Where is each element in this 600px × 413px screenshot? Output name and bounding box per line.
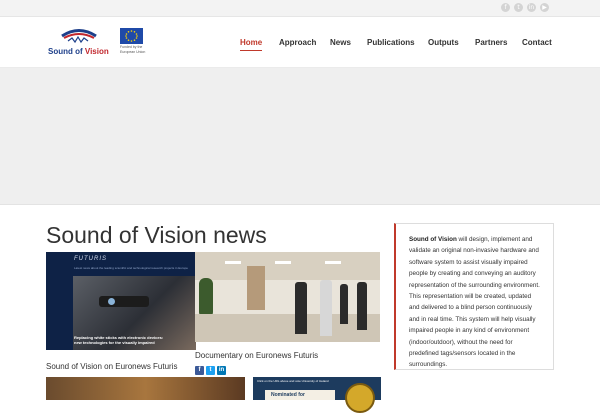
- camera-lens: [108, 298, 115, 305]
- nav-publications[interactable]: Publications: [367, 38, 415, 47]
- news-image-3[interactable]: [46, 377, 245, 400]
- plant: [199, 278, 213, 318]
- ceiling: [195, 252, 380, 280]
- linkedin-icon[interactable]: in: [527, 3, 536, 12]
- documentary-caption[interactable]: Documentary on Euronews Futuris: [195, 351, 318, 360]
- video-caption-line2: new technologies for the visually impair…: [74, 340, 155, 345]
- video-caption: Replacing white sticks with electronic d…: [74, 335, 163, 345]
- facebook-share-icon[interactable]: f: [195, 366, 204, 375]
- person: [357, 282, 367, 330]
- youtube-icon[interactable]: ▶: [540, 3, 549, 12]
- nominated-label: Nominated for: [265, 390, 335, 400]
- person: [320, 280, 332, 336]
- nomination-top-text: Click on the URL above and vote Universi…: [257, 379, 329, 383]
- twitter-icon[interactable]: t: [514, 3, 523, 12]
- ceiling-light: [225, 261, 241, 264]
- nav-approach[interactable]: Approach: [279, 38, 316, 47]
- facebook-icon[interactable]: f: [501, 3, 510, 12]
- site-header: Sound of Vision Funded by the European U…: [0, 17, 600, 68]
- futuris-video-thumbnail[interactable]: FUTURIS Latest news about the leading sc…: [46, 252, 196, 350]
- main-nav: Home Approach News Publications Outputs …: [0, 38, 600, 52]
- doorway: [247, 266, 265, 310]
- hero-banner: [0, 68, 600, 205]
- project-description: Sound of Vision will design, implement a…: [394, 223, 554, 370]
- person: [295, 282, 307, 334]
- nav-partners[interactable]: Partners: [475, 38, 507, 47]
- futuris-brand: FUTURIS: [74, 256, 107, 262]
- futuris-sub: Latest news about the leading scientific…: [74, 266, 188, 270]
- linkedin-share-icon[interactable]: in: [217, 366, 226, 375]
- award-seal-icon: [345, 383, 375, 413]
- nav-contact[interactable]: Contact: [522, 38, 552, 47]
- futuris-caption[interactable]: Sound of Vision on Euronews Futuris: [46, 362, 177, 371]
- page-title: Sound of Vision news: [46, 222, 267, 248]
- social-links: f t in ▶: [501, 3, 549, 12]
- floor: [195, 314, 380, 342]
- share-buttons: f t in: [195, 366, 226, 375]
- documentary-thumbnail[interactable]: [195, 252, 380, 342]
- nav-home[interactable]: Home: [240, 38, 263, 51]
- nav-news[interactable]: News: [330, 38, 351, 47]
- project-text: will design, implement and validate an o…: [409, 236, 540, 369]
- ceiling-light: [275, 261, 291, 264]
- camera-device: [99, 296, 149, 307]
- top-bar: f t in ▶: [0, 0, 600, 17]
- project-name: Sound of Vision: [409, 236, 457, 243]
- ceiling-light: [325, 261, 341, 264]
- nav-outputs[interactable]: Outputs: [428, 38, 459, 47]
- twitter-share-icon[interactable]: t: [206, 366, 215, 375]
- person: [340, 284, 348, 324]
- nomination-image[interactable]: Click on the URL above and vote Universi…: [253, 377, 381, 413]
